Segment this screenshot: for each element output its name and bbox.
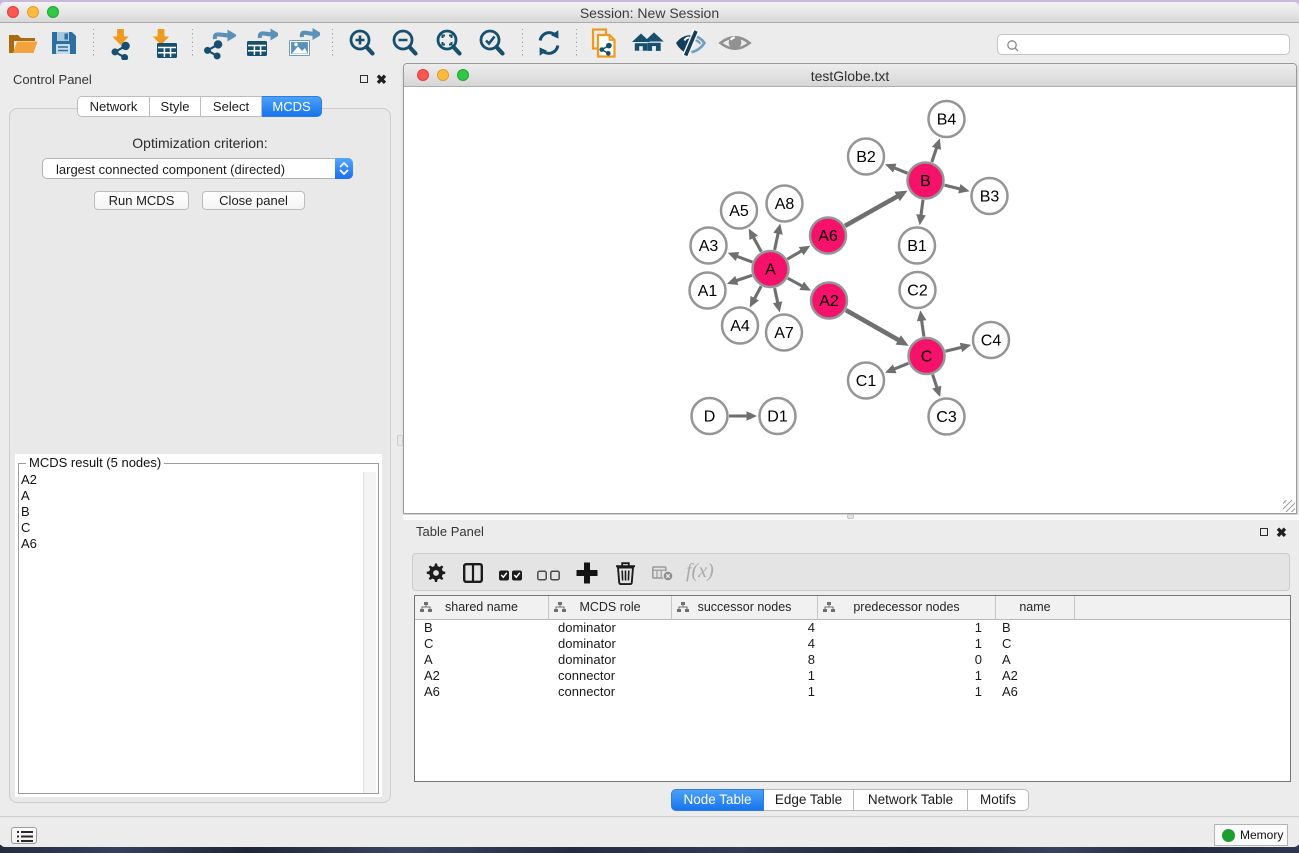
svg-text:A2: A2 bbox=[819, 293, 839, 310]
svg-text:C4: C4 bbox=[981, 333, 1002, 350]
svg-text:C1: C1 bbox=[856, 373, 877, 390]
svg-text:D: D bbox=[704, 409, 716, 426]
svg-text:C2: C2 bbox=[907, 283, 928, 300]
svg-text:B: B bbox=[920, 173, 931, 190]
svg-text:A3: A3 bbox=[699, 238, 719, 255]
svg-text:A5: A5 bbox=[729, 203, 749, 220]
svg-text:A: A bbox=[765, 262, 776, 279]
svg-text:A1: A1 bbox=[698, 283, 718, 300]
svg-text:A4: A4 bbox=[730, 318, 750, 335]
svg-text:A7: A7 bbox=[774, 325, 794, 342]
svg-text:B3: B3 bbox=[980, 189, 1000, 206]
svg-text:A6: A6 bbox=[818, 228, 838, 245]
svg-text:B2: B2 bbox=[856, 149, 876, 166]
svg-text:C: C bbox=[921, 349, 933, 366]
svg-text:B4: B4 bbox=[937, 112, 957, 129]
svg-text:B1: B1 bbox=[907, 238, 927, 255]
svg-text:D1: D1 bbox=[767, 409, 788, 426]
svg-text:C3: C3 bbox=[936, 409, 957, 426]
svg-text:A8: A8 bbox=[775, 196, 795, 213]
